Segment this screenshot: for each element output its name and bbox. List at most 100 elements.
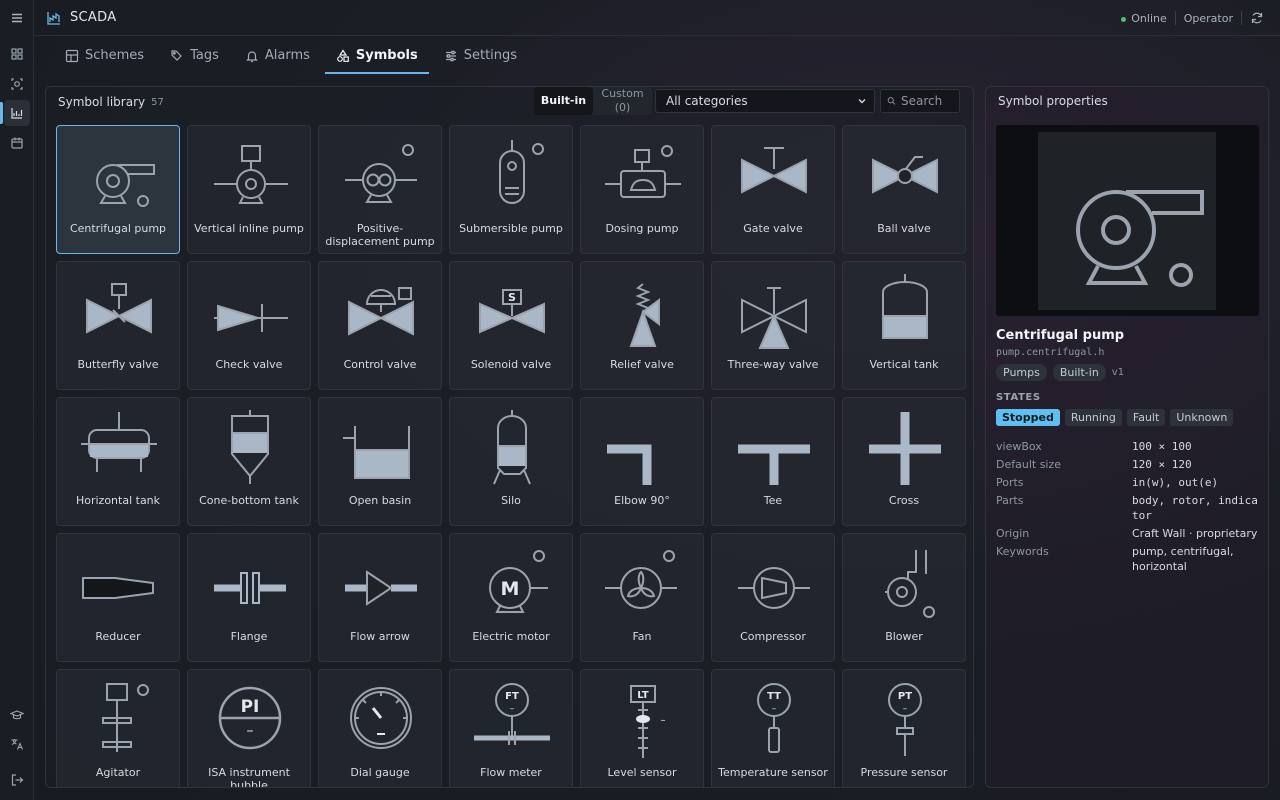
control-valve-icon <box>348 287 414 336</box>
symbol-card-elbow-90[interactable]: Elbow 90° <box>580 397 704 526</box>
graduation-cap-icon[interactable] <box>4 702 30 728</box>
state-unknown-button[interactable]: Unknown <box>1170 409 1234 426</box>
tab-schemes[interactable]: Schemes <box>54 37 155 74</box>
app-title: SCADA <box>46 10 116 26</box>
symbol-card-three-way-valve[interactable]: Three-way valve <box>711 261 835 390</box>
tab-tags[interactable]: Tags <box>159 37 230 74</box>
logout-icon[interactable] <box>4 767 30 793</box>
symbol-card-tee[interactable]: Tee <box>711 397 835 526</box>
property-value: in(w), out(e) <box>1132 476 1219 489</box>
symbol-card-vertical-tank[interactable]: Vertical tank <box>842 261 966 390</box>
symbol-card-relief-valve[interactable]: Relief valve <box>580 261 704 390</box>
tags-icon <box>171 49 182 61</box>
dashboard-icon[interactable] <box>4 41 30 67</box>
tab-settings[interactable]: Settings <box>433 37 528 74</box>
calendar-icon[interactable] <box>4 130 30 156</box>
tab-label: Schemes <box>85 48 145 63</box>
symbol-label: Positive-displacement pump <box>325 222 435 248</box>
symbol-card-agitator[interactable]: Agitator <box>56 669 180 787</box>
symbol-card-submersible-pump[interactable]: Submersible pump <box>449 125 573 254</box>
symbol-label: Cross <box>888 494 920 507</box>
symbol-label: Silo <box>501 494 521 507</box>
symbol-label: Temperature sensor <box>718 766 828 779</box>
symbol-card-cross[interactable]: Cross <box>842 397 966 526</box>
butterfly-valve-icon <box>86 283 152 334</box>
chart-icon[interactable] <box>4 100 30 126</box>
translate-icon[interactable] <box>4 731 30 757</box>
level-sensor-icon: LT – <box>630 685 666 758</box>
symbol-card-control-valve[interactable]: Control valve <box>318 261 442 390</box>
temperature-sensor-icon: TT – <box>757 683 791 753</box>
property-row: Keywords pump, centrifugal, horizontal <box>996 544 1262 574</box>
library-count: 57 <box>151 96 164 108</box>
check-valve-icon <box>214 304 288 332</box>
symbol-card-dosing-pump[interactable]: Dosing pump <box>580 125 704 254</box>
user-label[interactable]: Operator <box>1184 12 1233 25</box>
symbol-card-compressor[interactable]: Compressor <box>711 533 835 662</box>
symbol-card-butterfly-valve[interactable]: Butterfly valve <box>56 261 180 390</box>
symbol-label: Flange <box>230 630 268 643</box>
symbol-label: Flow arrow <box>350 630 410 643</box>
symbol-card-vertical-inline-pump[interactable]: Vertical inline pump <box>187 125 311 254</box>
symbol-card-centrifugal-pump[interactable]: Centrifugal pump <box>56 125 180 254</box>
symbol-label: Solenoid valve <box>470 358 552 371</box>
refresh-icon[interactable] <box>1250 11 1264 25</box>
symbol-card-level-sensor[interactable]: LT – Level sensor <box>580 669 704 787</box>
tab-alarms[interactable]: Alarms <box>234 37 321 74</box>
symbol-label: Open basin <box>348 494 412 507</box>
state-running-button[interactable]: Running <box>1064 409 1122 426</box>
tab-label: Symbols <box>355 48 418 63</box>
flow-meter-glyph: FT <box>505 691 519 702</box>
horizontal-tank-icon <box>81 412 157 472</box>
source-custom-button[interactable]: Custom (0) <box>593 87 652 115</box>
symbol-card-gate-valve[interactable]: Gate valve <box>711 125 835 254</box>
symbol-card-dial-gauge[interactable]: Dial gauge <box>318 669 442 787</box>
symbol-card-flow-arrow[interactable]: Flow arrow <box>318 533 442 662</box>
symbol-card-positive-displacement-pump[interactable]: Positive-displacement pump <box>318 125 442 254</box>
sliders-icon <box>445 50 456 61</box>
symbol-card-reducer[interactable]: Reducer <box>56 533 180 662</box>
state-selector: Stopped Running Fault Unknown <box>996 409 1234 426</box>
flange-icon <box>214 572 286 604</box>
state-stopped-button[interactable]: Stopped <box>996 409 1060 426</box>
symbol-card-open-basin[interactable]: Open basin <box>318 397 442 526</box>
symbol-card-pressure-sensor[interactable]: PT – Pressure sensor <box>842 669 966 787</box>
symbol-label: Butterfly valve <box>77 358 159 371</box>
symbol-card-electric-motor[interactable]: M Electric motor <box>449 533 573 662</box>
symbol-card-flow-meter[interactable]: FT – Flow meter <box>449 669 573 787</box>
symbol-card-fan[interactable]: Fan <box>580 533 704 662</box>
divider <box>1174 11 1176 25</box>
elbow-90-icon <box>607 444 652 485</box>
property-key: Origin <box>996 527 1030 540</box>
vertical-tank-icon <box>882 274 928 339</box>
left-rail <box>0 0 34 800</box>
symbol-label: Tee <box>763 494 783 507</box>
symbol-card-flange[interactable]: Flange <box>187 533 311 662</box>
search-input[interactable] <box>901 94 959 108</box>
electric-motor-icon: M <box>489 550 548 613</box>
symbol-label: Elbow 90° <box>614 494 670 507</box>
symbol-chips: Pumps Built-in v1 <box>996 364 1124 381</box>
camera-scan-icon[interactable] <box>4 71 30 97</box>
menu-icon[interactable] <box>4 5 30 31</box>
positive-displacement-pump-icon <box>345 144 417 203</box>
symbol-card-temperature-sensor[interactable]: TT – Temperature sensor <box>711 669 835 787</box>
state-fault-button[interactable]: Fault <box>1126 409 1166 426</box>
symbol-card-cone-bottom-tank[interactable]: Cone-bottom tank <box>187 397 311 526</box>
category-select[interactable]: All categories <box>655 89 875 113</box>
tab-symbols[interactable]: Symbols <box>324 37 429 74</box>
search-box[interactable] <box>880 89 960 113</box>
symbol-card-horizontal-tank[interactable]: Horizontal tank <box>56 397 180 526</box>
tab-label: Alarms <box>264 48 310 63</box>
symbol-card-ball-valve[interactable]: Ball valve <box>842 125 966 254</box>
symbol-card-silo[interactable]: Silo <box>449 397 573 526</box>
symbol-card-blower[interactable]: Blower <box>842 533 966 662</box>
symbol-grid: Centrifugal pump Vertical inline pump Po… <box>56 125 966 787</box>
source-builtin-button[interactable]: Built-in <box>534 87 593 115</box>
symbol-card-check-valve[interactable]: Check valve <box>187 261 311 390</box>
symbol-card-solenoid-valve[interactable]: S Solenoid valve <box>449 261 573 390</box>
property-row: Default size 120 × 120 <box>996 457 1262 472</box>
symbol-card-isa-instrument-bubble[interactable]: PI – ISA instrument bubble <box>187 669 311 787</box>
source-toggle: Built-in Custom (0) <box>534 87 652 115</box>
symbol-label: Agitator <box>95 766 141 779</box>
